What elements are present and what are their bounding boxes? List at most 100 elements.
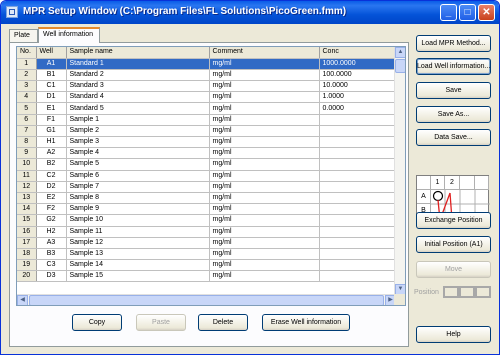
comment-cell[interactable]: mg/ml xyxy=(209,114,320,126)
row-number-cell[interactable]: 10 xyxy=(17,158,37,171)
row-number-cell[interactable]: 18 xyxy=(17,248,37,261)
erase-well-information-button[interactable]: Erase Well information xyxy=(262,314,350,331)
well-cell[interactable]: C2 xyxy=(36,170,67,182)
delete-button[interactable]: Delete xyxy=(198,314,248,331)
conc-cell[interactable] xyxy=(319,114,397,126)
sample-name-cell[interactable]: Sample 11 xyxy=(66,226,210,238)
sample-name-cell[interactable]: Sample 1 xyxy=(66,114,210,126)
comment-cell[interactable]: mg/ml xyxy=(209,147,320,160)
well-cell[interactable]: B3 xyxy=(36,248,67,261)
well-cell[interactable]: F2 xyxy=(36,203,67,216)
sample-name-cell[interactable]: Standard 2 xyxy=(66,69,210,82)
vertical-scroll-thumb[interactable] xyxy=(395,59,405,73)
horizontal-scroll-thumb[interactable] xyxy=(29,295,384,305)
sample-name-cell[interactable]: Sample 12 xyxy=(66,237,210,249)
sample-name-cell[interactable]: Standard 5 xyxy=(66,102,210,115)
table-row[interactable]: 17 A3 Sample 12 mg/ml xyxy=(17,237,397,249)
load-mpr-method-button[interactable]: Load MPR Method... xyxy=(416,35,491,52)
copy-button[interactable]: Copy xyxy=(72,314,122,331)
conc-cell[interactable] xyxy=(319,214,397,227)
conc-cell[interactable] xyxy=(319,270,397,283)
tab-plate[interactable]: Plate xyxy=(9,29,38,43)
comment-cell[interactable]: mg/ml xyxy=(209,91,320,104)
comment-cell[interactable]: mg/ml xyxy=(209,237,320,249)
table-row[interactable]: 1 A1 Standard 1 mg/ml 1000.0000 xyxy=(17,58,397,70)
comment-cell[interactable]: mg/ml xyxy=(209,192,320,205)
well-cell[interactable]: H1 xyxy=(36,136,67,149)
sample-name-cell[interactable]: Sample 14 xyxy=(66,259,210,272)
well-cell[interactable]: G2 xyxy=(36,214,67,227)
title-bar[interactable]: MPR Setup Window (C:\Program Files\FL So… xyxy=(1,1,499,24)
conc-cell[interactable] xyxy=(319,259,397,272)
conc-cell[interactable] xyxy=(319,226,397,238)
well-cell[interactable]: A1 xyxy=(36,58,67,70)
exchange-position-button[interactable]: Exchange Position xyxy=(416,212,491,229)
row-number-cell[interactable]: 5 xyxy=(17,102,37,115)
sample-name-cell[interactable]: Sample 10 xyxy=(66,214,210,227)
comment-cell[interactable]: mg/ml xyxy=(209,158,320,171)
help-button[interactable]: Help xyxy=(416,326,491,343)
table-row[interactable]: 18 B3 Sample 13 mg/ml xyxy=(17,248,397,261)
sample-name-cell[interactable]: Sample 9 xyxy=(66,203,210,216)
comment-cell[interactable]: mg/ml xyxy=(209,214,320,227)
table-row[interactable]: 16 H2 Sample 11 mg/ml xyxy=(17,226,397,238)
sample-name-cell[interactable]: Sample 15 xyxy=(66,270,210,283)
table-row[interactable]: 9 A2 Sample 4 mg/ml xyxy=(17,147,397,160)
conc-cell[interactable]: 100.0000 xyxy=(319,69,397,82)
sample-name-cell[interactable]: Sample 3 xyxy=(66,136,210,149)
sample-name-cell[interactable]: Sample 13 xyxy=(66,248,210,261)
table-row[interactable]: 3 C1 Standard 3 mg/ml 10.0000 xyxy=(17,80,397,93)
well-cell[interactable]: A3 xyxy=(36,237,67,249)
sample-name-cell[interactable]: Sample 8 xyxy=(66,192,210,205)
table-row[interactable]: 19 C3 Sample 14 mg/ml xyxy=(17,259,397,272)
row-number-cell[interactable]: 20 xyxy=(17,270,37,283)
table-row[interactable]: 10 B2 Sample 5 mg/ml xyxy=(17,158,397,171)
row-number-cell[interactable]: 17 xyxy=(17,237,37,249)
comment-cell[interactable]: mg/ml xyxy=(209,226,320,238)
save-as-button[interactable]: Save As... xyxy=(416,106,491,123)
col-header-no[interactable]: No. xyxy=(17,47,37,59)
comment-cell[interactable]: mg/ml xyxy=(209,248,320,261)
table-row[interactable]: 8 H1 Sample 3 mg/ml xyxy=(17,136,397,149)
well-cell[interactable]: B1 xyxy=(36,69,67,82)
sample-name-cell[interactable]: Standard 4 xyxy=(66,91,210,104)
horizontal-scrollbar[interactable]: ◀ ▶ xyxy=(17,294,396,305)
well-cell[interactable]: B2 xyxy=(36,158,67,171)
conc-cell[interactable] xyxy=(319,192,397,205)
table-row[interactable]: 5 E1 Standard 5 mg/ml 0.0000 xyxy=(17,102,397,115)
col-header-well[interactable]: Well xyxy=(36,47,67,59)
conc-cell[interactable] xyxy=(319,158,397,171)
minimize-button[interactable]: _ xyxy=(440,4,457,21)
sample-name-cell[interactable]: Sample 6 xyxy=(66,170,210,182)
row-number-cell[interactable]: 9 xyxy=(17,147,37,160)
well-cell[interactable]: D3 xyxy=(36,270,67,283)
table-row[interactable]: 13 E2 Sample 8 mg/ml xyxy=(17,192,397,205)
row-number-cell[interactable]: 14 xyxy=(17,203,37,216)
row-number-cell[interactable]: 16 xyxy=(17,226,37,238)
comment-cell[interactable]: mg/ml xyxy=(209,270,320,283)
comment-cell[interactable]: mg/ml xyxy=(209,80,320,93)
row-number-cell[interactable]: 12 xyxy=(17,181,37,193)
sample-name-cell[interactable]: Sample 2 xyxy=(66,125,210,138)
sample-name-cell[interactable]: Sample 4 xyxy=(66,147,210,160)
sample-name-cell[interactable]: Sample 7 xyxy=(66,181,210,193)
col-header-sample-name[interactable]: Sample name xyxy=(66,47,210,59)
maximize-button[interactable]: □ xyxy=(459,4,476,21)
conc-cell[interactable] xyxy=(319,237,397,249)
row-number-cell[interactable]: 4 xyxy=(17,91,37,104)
table-row[interactable]: 6 F1 Sample 1 mg/ml xyxy=(17,114,397,126)
table-row[interactable]: 11 C2 Sample 6 mg/ml xyxy=(17,170,397,182)
table-row[interactable]: 20 D3 Sample 15 mg/ml xyxy=(17,270,397,283)
well-cell[interactable]: F1 xyxy=(36,114,67,126)
well-cell[interactable]: E1 xyxy=(36,102,67,115)
conc-cell[interactable]: 1.0000 xyxy=(319,91,397,104)
row-number-cell[interactable]: 8 xyxy=(17,136,37,149)
load-well-information-button[interactable]: Load Well information... xyxy=(416,58,491,75)
row-number-cell[interactable]: 19 xyxy=(17,259,37,272)
table-row[interactable]: 2 B1 Standard 2 mg/ml 100.0000 xyxy=(17,69,397,82)
row-number-cell[interactable]: 7 xyxy=(17,125,37,138)
row-number-cell[interactable]: 1 xyxy=(17,58,37,70)
table-row[interactable]: 4 D1 Standard 4 mg/ml 1.0000 xyxy=(17,91,397,104)
comment-cell[interactable]: mg/ml xyxy=(209,181,320,193)
vertical-scrollbar[interactable]: ▲ ▼ xyxy=(394,47,405,295)
